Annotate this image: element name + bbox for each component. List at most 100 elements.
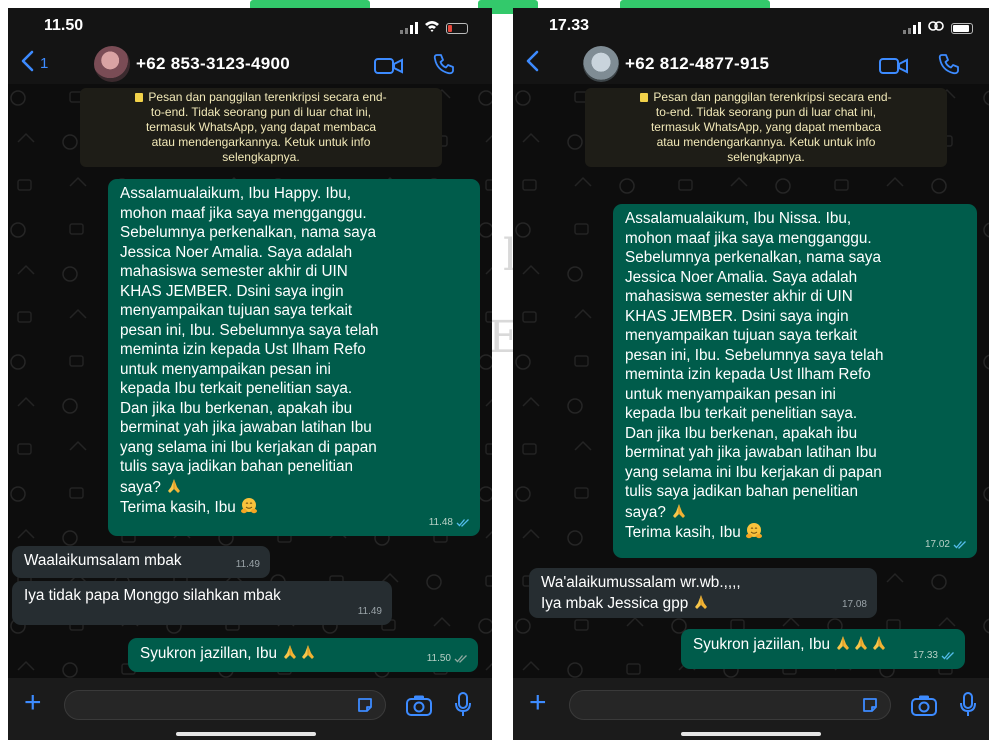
message-line: yang selama ini Ibu kerjakan di papan — [120, 438, 377, 456]
folded-hands-emoji — [837, 636, 850, 650]
voice-call-button[interactable] — [938, 53, 960, 75]
message-line: tulis saya jadikan bahan penelitian — [625, 483, 859, 500]
read-receipt-icon — [953, 540, 966, 549]
incoming-message[interactable]: Wa'alaikumussalam wr.wb.,,,, Iya mbak Jes… — [529, 568, 877, 618]
chat-area: Pesan dan panggilan terenkripsi secara e… — [513, 84, 989, 678]
message-line: Dan jika Ibu berkenan, apakah ibu — [625, 424, 858, 442]
message-text: Iya tidak papa Monggo silahkan mbak — [24, 586, 380, 606]
sticker-button[interactable] — [356, 696, 374, 714]
message-line: meminta izin kepada Ust Ilham Refo — [120, 341, 366, 358]
message-line: Wa'alaikumussalam wr.wb.,,,, — [541, 574, 741, 591]
notice-text: selengkapnya. — [222, 150, 300, 164]
notice-line: termasuk WhatsApp, yang dapat membaca — [86, 120, 436, 135]
message-line: menyampaikan tujuan saya terkait — [625, 327, 858, 344]
incoming-message[interactable]: Waalaikumsalam mbak 11.49 — [12, 546, 270, 578]
message-line: Assalamualaikum, Ibu Happy. Ibu, — [120, 185, 351, 202]
message-text: Wa'alaikumussalam wr.wb.,,,, Iya mbak Jes… — [541, 573, 865, 613]
folded-hands-emoji — [673, 503, 686, 518]
input-bar: + — [8, 678, 492, 740]
attach-button[interactable]: + — [24, 686, 42, 720]
message-time: 17.08 — [841, 598, 867, 610]
outgoing-message[interactable]: Syukron jazillan, Ibu 11.50 — [128, 638, 478, 672]
microphone-button[interactable] — [454, 692, 472, 718]
message-line: menyampaikan tujuan saya terkait — [120, 302, 353, 319]
notice-text: atau mendengarkannya. Ketuk untuk info — [656, 135, 876, 149]
chevron-left-icon — [20, 48, 34, 79]
home-indicator — [176, 732, 316, 736]
message-meta: 17.08 — [842, 595, 867, 615]
message-meta: 11.49 — [236, 555, 260, 575]
contact-name[interactable]: +62 853-3123-4900 — [136, 54, 290, 74]
message-text: Syukron jazillan, Ibu — [140, 643, 466, 664]
message-input[interactable] — [64, 690, 386, 720]
voice-call-button[interactable] — [433, 53, 455, 75]
message-line: Dan jika Ibu berkenan, apakah ibu — [120, 399, 353, 417]
message-line: saya? — [625, 502, 965, 523]
status-icons — [400, 19, 468, 37]
notice-text: selengkapnya. — [727, 150, 805, 164]
status-time: 11.50 — [44, 17, 84, 34]
message-time: 11.49 — [357, 605, 382, 617]
encryption-notice[interactable]: Pesan dan panggilan terenkripsi secara e… — [80, 88, 442, 167]
battery-icon — [951, 22, 973, 34]
notice-line: selengkapnya. — [591, 150, 941, 165]
link-icon — [927, 19, 945, 37]
message-line: Sebelumnya perkenalkan, nama saya — [625, 249, 881, 266]
contact-name[interactable]: +62 812-4877-915 — [625, 54, 769, 74]
video-call-button[interactable] — [374, 56, 404, 76]
folded-hands-emoji — [284, 645, 297, 659]
outgoing-message[interactable]: Syukron jaziilan, Ibu 17.33 — [681, 629, 965, 669]
message-line: untuk menyampaikan pesan ini — [625, 385, 836, 403]
message-time: 11.49 — [235, 558, 260, 570]
message-line: mohon maaf jika saya mengganggu. — [120, 204, 367, 222]
message-line: Waalaikumsalam mbak — [24, 552, 182, 569]
folded-hands-emoji — [873, 636, 886, 650]
notice-line: selengkapnya. — [86, 150, 436, 165]
message-line: KHAS JEMBER. Dsini saya ingin — [625, 307, 849, 325]
status-icons — [903, 19, 973, 37]
notice-line: termasuk WhatsApp, yang dapat membaca — [591, 120, 941, 135]
message-line: berminat yah jika jawaban latihan Ibu — [625, 444, 877, 461]
microphone-button[interactable] — [959, 692, 977, 718]
video-call-button[interactable] — [879, 56, 909, 76]
hugging-face-emoji — [745, 523, 762, 539]
message-meta: 17.33 — [913, 646, 955, 666]
message-line: yang selama ini Ibu kerjakan di papan — [625, 463, 882, 481]
back-button[interactable]: 1 — [20, 48, 48, 79]
back-button[interactable] — [525, 48, 539, 79]
encryption-notice[interactable]: Pesan dan panggilan terenkripsi secara e… — [585, 88, 947, 167]
message-line: pesan ini, Ibu. Sebelumnya saya telah — [625, 346, 884, 364]
incoming-message[interactable]: Iya tidak papa Monggo silahkan mbak 11.49 — [12, 581, 392, 625]
camera-button[interactable] — [406, 694, 432, 716]
outgoing-message[interactable]: Assalamualaikum, Ibu Nissa. Ibu, mohon ma… — [613, 204, 977, 558]
message-meta: 11.48 — [429, 513, 470, 533]
status-bar: 17.33 — [513, 8, 989, 44]
battery-icon — [446, 22, 468, 34]
notice-text: to-end. Tidak seorang pun di luar chat i… — [150, 105, 372, 119]
message-line: KHAS JEMBER. Dsini saya ingin — [120, 282, 344, 300]
lock-icon — [640, 93, 649, 102]
contact-avatar[interactable] — [583, 46, 619, 82]
input-bar: + — [513, 678, 989, 740]
message-meta: 11.50 — [427, 649, 468, 669]
message-line: Jessica Noer Amalia. Saya adalah — [625, 268, 858, 286]
read-receipt-icon — [456, 518, 469, 527]
phone-screen-left: 11.50 1 +62 853-3123-4900 Pesan dan panggil… — [8, 8, 492, 740]
attach-button[interactable]: + — [529, 686, 547, 720]
outgoing-message[interactable]: Assalamualaikum, Ibu Happy. Ibu, mohon ma… — [108, 179, 480, 536]
folded-hands-emoji — [168, 478, 181, 493]
notice-line: Pesan dan panggilan terenkripsi secara e… — [86, 90, 436, 105]
sticker-button[interactable] — [861, 696, 879, 714]
notice-text: termasuk WhatsApp, yang dapat membaca — [650, 120, 882, 134]
message-input[interactable] — [569, 690, 891, 720]
camera-button[interactable] — [911, 694, 937, 716]
message-line: meminta izin kepada Ust Ilham Refo — [625, 366, 871, 383]
notice-line: atau mendengarkannya. Ketuk untuk info — [86, 135, 436, 150]
notice-text: to-end. Tidak seorang pun di luar chat i… — [655, 105, 877, 119]
message-line: Iya mbak Jessica gpp — [541, 593, 865, 614]
message-line: pesan ini, Ibu. Sebelumnya saya telah — [120, 321, 379, 339]
message-line: Syukron jazillan, Ibu — [140, 643, 466, 664]
notice-line: to-end. Tidak seorang pun di luar chat i… — [591, 105, 941, 120]
notice-line: to-end. Tidak seorang pun di luar chat i… — [86, 105, 436, 120]
contact-avatar[interactable] — [94, 46, 130, 82]
